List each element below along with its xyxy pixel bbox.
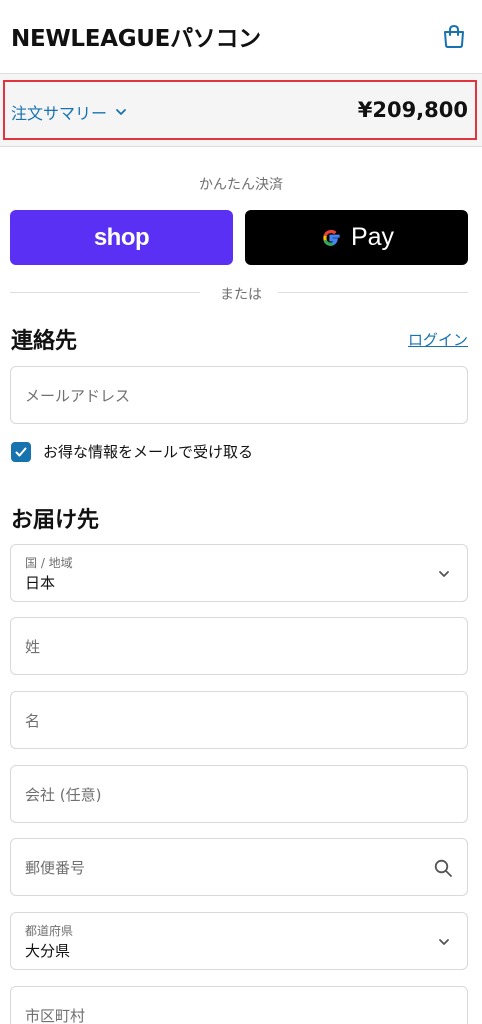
header: NEWLEAGUEパソコン	[0, 0, 482, 72]
marketing-optin-row[interactable]: お得な情報をメールで受け取る	[11, 441, 253, 462]
first-name-placeholder: 名	[25, 712, 41, 730]
email-field[interactable]: メールアドレス	[10, 366, 468, 424]
postal-code-placeholder: 郵便番号	[25, 859, 86, 877]
company-placeholder: 会社 (任意)	[25, 786, 102, 804]
marketing-checkbox-label: お得な情報をメールで受け取る	[43, 443, 254, 461]
google-g-icon	[323, 229, 340, 246]
search-icon[interactable]	[433, 858, 453, 878]
country-label: 国 / 地域	[25, 556, 73, 570]
divider-right	[278, 292, 468, 293]
chevron-down-icon	[116, 109, 126, 115]
chevron-down-icon	[439, 939, 449, 945]
order-summary-label: 注文サマリー	[11, 104, 108, 123]
postal-code-field[interactable]: 郵便番号	[10, 838, 468, 896]
city-field[interactable]: 市区町村	[10, 986, 468, 1024]
first-name-field[interactable]: 名	[10, 691, 468, 749]
shop-pay-label: shop	[93, 223, 150, 251]
shop-pay-button[interactable]: shop	[10, 210, 233, 265]
express-checkout-title: かんたん決済	[199, 177, 283, 193]
prefecture-value: 大分県	[25, 942, 71, 960]
prefecture-select[interactable]: 都道府県 大分県	[10, 912, 468, 970]
contact-section-title: 連絡先	[11, 329, 78, 354]
city-placeholder: 市区町村	[25, 1007, 86, 1024]
delivery-section-title: お届け先	[11, 508, 100, 533]
google-pay-label: Pay	[350, 223, 395, 251]
prefecture-label: 都道府県	[25, 924, 74, 938]
shopping-bag-icon[interactable]	[441, 23, 467, 49]
country-value: 日本	[25, 574, 56, 592]
order-total: ¥209,800	[357, 98, 468, 122]
last-name-placeholder: 姓	[25, 638, 41, 656]
checkmark-icon	[15, 447, 27, 456]
last-name-field[interactable]: 姓	[10, 617, 468, 675]
country-select[interactable]: 国 / 地域 日本	[10, 544, 468, 602]
chevron-down-icon	[439, 571, 449, 577]
or-divider-text: または	[220, 287, 262, 303]
email-placeholder: メールアドレス	[25, 387, 131, 405]
company-field[interactable]: 会社 (任意)	[10, 765, 468, 823]
order-summary-toggle[interactable]: 注文サマリー	[11, 100, 127, 124]
store-name[interactable]: NEWLEAGUEパソコン	[11, 19, 261, 53]
marketing-checkbox[interactable]	[11, 441, 31, 462]
google-pay-button[interactable]: Pay	[245, 210, 468, 265]
login-link[interactable]: ログイン	[408, 329, 468, 350]
